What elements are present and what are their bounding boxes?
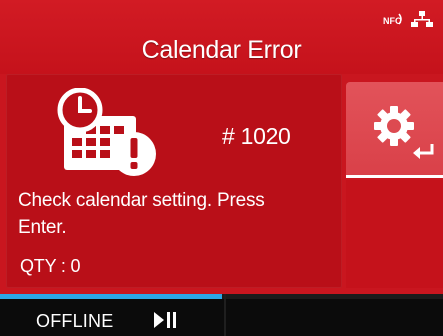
progress-track [0,294,443,299]
offline-status: OFFLINE [36,311,114,331]
network-icon [411,10,433,33]
button-underline [346,175,443,178]
error-panel: # 1020 Check calendar setting. Press Ent… [6,74,342,288]
progress-fill [0,294,222,299]
play-pause-icon[interactable] [152,310,178,330]
status-divider [224,294,226,336]
status-icons: NFC [383,10,433,32]
header-bar: NFC Calendar Error [0,0,443,74]
error-code: # 1020 [222,123,291,149]
page-title: Calendar Error [141,36,302,64]
printer-screen: NFC Calendar Error # 1020 Check calendar… [0,0,443,336]
right-panel [346,180,443,288]
calendar-clock-warning-icon [56,87,160,178]
error-message: Check calendar setting. Press Enter. [18,190,265,238]
quantity-label: QTY : 0 [20,256,81,276]
enter-icon [410,142,436,160]
nfc-icon: NFC [383,11,405,32]
settings-enter-button[interactable] [346,82,443,178]
svg-text:NFC: NFC [383,16,402,26]
